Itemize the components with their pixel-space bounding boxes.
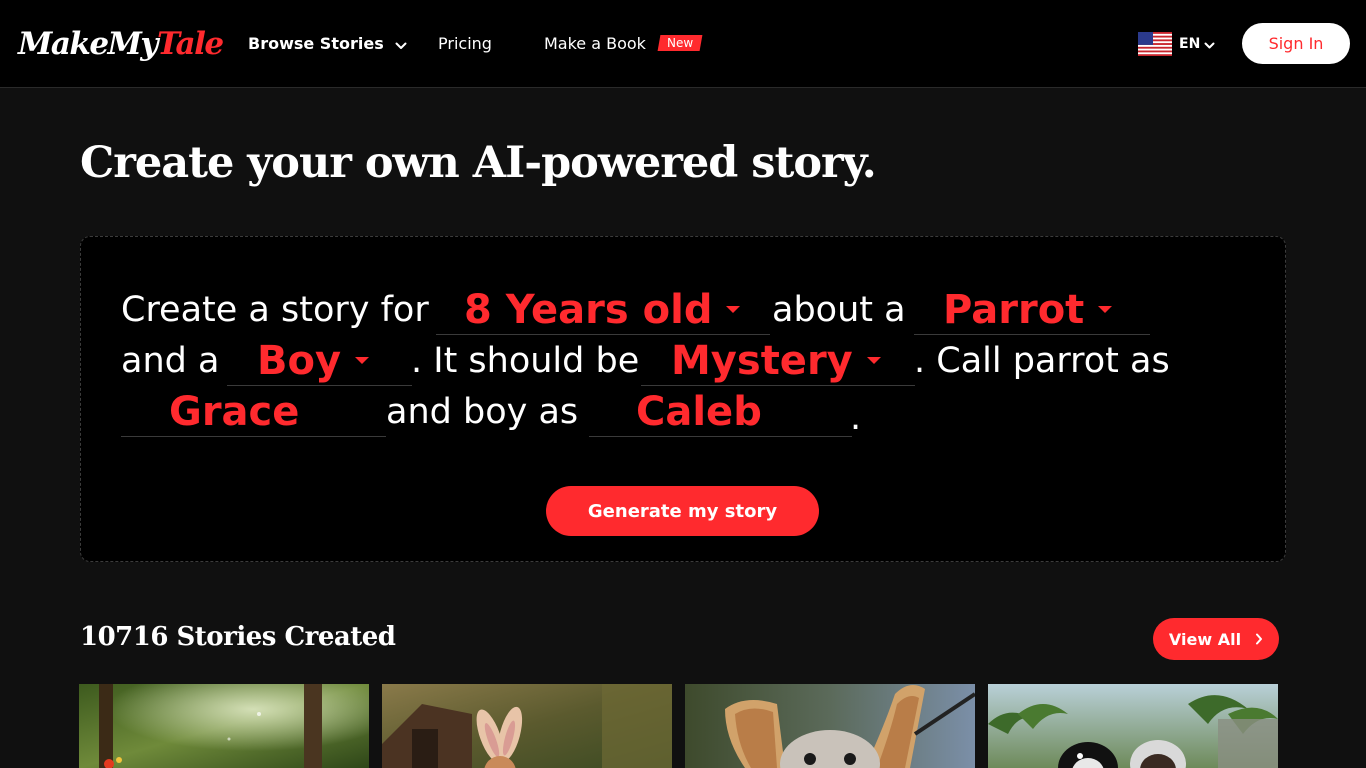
nav-browse-stories[interactable]: Browse Stories bbox=[248, 30, 407, 58]
animal-name-input[interactable]: Grace bbox=[121, 387, 386, 437]
story-card-thumbnail[interactable] bbox=[382, 684, 672, 768]
nav-make-a-book[interactable]: Make a Book New bbox=[544, 30, 703, 58]
story-text-segment: and boy as bbox=[386, 392, 579, 432]
age-select[interactable]: 8 Years old bbox=[436, 285, 770, 335]
generate-story-button[interactable]: Generate my story bbox=[546, 486, 819, 536]
forest-scene-image bbox=[79, 684, 369, 768]
tropical-scene-image bbox=[988, 684, 1278, 768]
story-text-segment: . bbox=[850, 398, 862, 438]
companion-name-value: Caleb bbox=[636, 388, 762, 435]
chevron-down-icon bbox=[395, 31, 407, 59]
bat-creature-scene-image bbox=[685, 684, 975, 768]
nav-make-a-book-label: Make a Book bbox=[544, 34, 646, 53]
logo-text-part2: Tale bbox=[156, 26, 224, 62]
new-badge: New bbox=[657, 35, 703, 51]
animal-select-value: Parrot bbox=[943, 286, 1085, 333]
story-card-thumbnail[interactable] bbox=[79, 684, 369, 768]
nav-browse-stories-label: Browse Stories bbox=[248, 34, 384, 53]
story-text-segment: about a bbox=[772, 290, 906, 330]
age-select-value: 8 Years old bbox=[464, 286, 713, 333]
animal-select[interactable]: Parrot bbox=[914, 285, 1150, 335]
sign-in-button[interactable]: Sign In bbox=[1242, 23, 1350, 64]
story-text-segment: Create a story for bbox=[121, 290, 429, 330]
language-selector[interactable]: EN bbox=[1138, 30, 1215, 58]
companion-select-value: Boy bbox=[257, 337, 342, 384]
makemytale-logo[interactable]: MakeMyTale bbox=[18, 22, 224, 66]
view-all-button[interactable]: View All bbox=[1153, 618, 1279, 660]
us-flag-icon bbox=[1138, 32, 1172, 56]
language-code: EN bbox=[1179, 36, 1201, 52]
top-navbar: MakeMyTale Browse Stories Pricing Make a… bbox=[0, 0, 1366, 88]
dropdown-caret-icon bbox=[1098, 306, 1113, 313]
story-text-segment: . Call parrot as bbox=[914, 341, 1170, 381]
new-badge-label: New bbox=[667, 36, 694, 50]
story-card-thumbnail[interactable] bbox=[685, 684, 975, 768]
animal-name-value: Grace bbox=[169, 388, 300, 435]
view-all-label: View All bbox=[1168, 629, 1242, 649]
page-title: Create your own AI-powered story. bbox=[80, 138, 877, 188]
companion-name-input[interactable]: Caleb bbox=[589, 387, 852, 437]
chevron-down-icon bbox=[1204, 35, 1215, 54]
dropdown-caret-icon bbox=[355, 357, 370, 364]
story-text-segment: and a bbox=[121, 341, 220, 381]
logo-text-part1: MakeMy bbox=[18, 26, 158, 62]
companion-select[interactable]: Boy bbox=[227, 336, 412, 386]
story-card-thumbnail[interactable] bbox=[988, 684, 1278, 768]
genre-select[interactable]: Mystery bbox=[641, 336, 915, 386]
chevron-right-icon bbox=[1255, 630, 1263, 649]
genre-select-value: Mystery bbox=[671, 337, 853, 384]
stories-created-count: 10716 Stories Created bbox=[80, 622, 396, 652]
bunny-boy-scene-image bbox=[382, 684, 672, 768]
dropdown-caret-icon bbox=[866, 357, 881, 364]
story-text-segment: . It should be bbox=[411, 341, 640, 381]
dropdown-caret-icon bbox=[726, 306, 741, 313]
nav-pricing[interactable]: Pricing bbox=[438, 30, 492, 58]
